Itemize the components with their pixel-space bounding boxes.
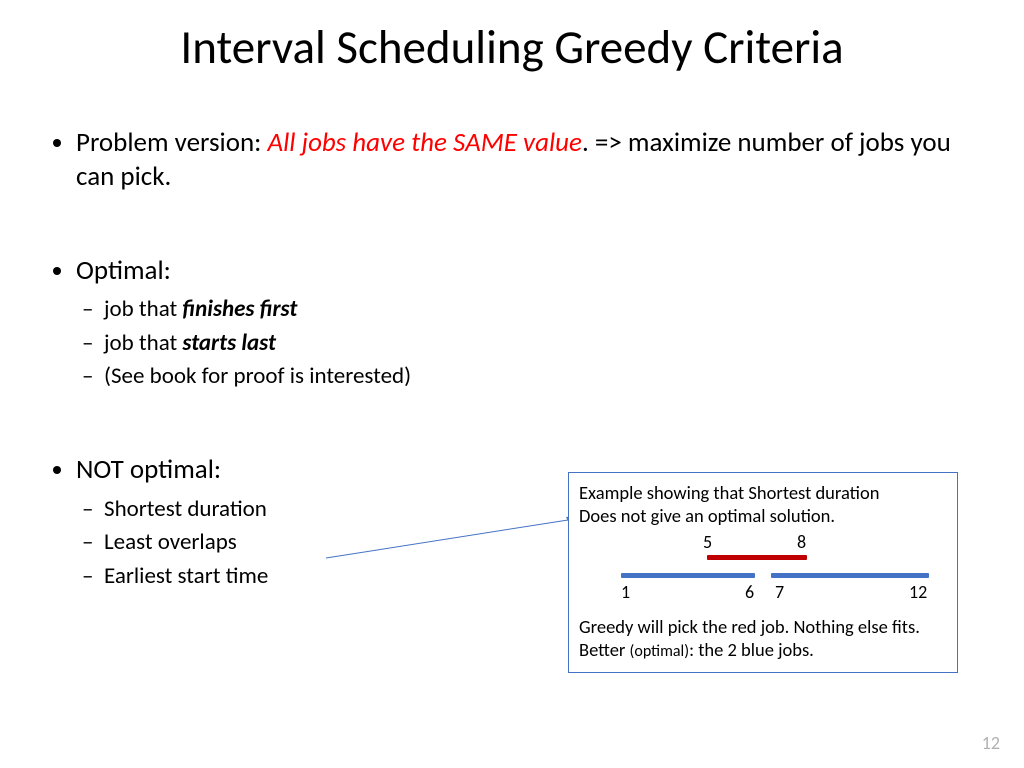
sub-see-book: (See book for proof is interested)	[104, 360, 968, 393]
bar-red	[707, 555, 807, 560]
slide-title: Interval Scheduling Greedy Criteria	[0, 18, 1024, 76]
spacer	[76, 202, 968, 246]
num-8: 8	[797, 531, 806, 554]
example-line2: Does not give an optimal solution.	[579, 504, 947, 527]
slide: Interval Scheduling Greedy Criteria Prob…	[0, 0, 1024, 768]
text: job that	[104, 295, 182, 323]
text-small: (optimal)	[630, 642, 690, 661]
example-footer1: Greedy will pick the red job. Nothing el…	[579, 615, 947, 638]
sublist-optimal: job that finishes first job that starts …	[76, 293, 968, 393]
num-12: 12	[909, 581, 927, 604]
text: Optimal:	[76, 254, 171, 287]
emph-starts-last: starts last	[182, 329, 276, 357]
text: job that	[104, 329, 182, 357]
bar-blue-right	[771, 573, 929, 578]
num-1: 1	[621, 581, 630, 604]
num-5: 5	[703, 531, 712, 554]
sub-starts-last: job that starts last	[104, 327, 968, 360]
num-6: 6	[745, 581, 754, 604]
text: NOT optimal:	[76, 453, 221, 486]
spacer	[76, 401, 968, 445]
num-7: 7	[775, 581, 784, 604]
interval-diagram: 5 8 1 6 7 12	[579, 531, 947, 609]
example-footer2: Better (optimal): the 2 blue jobs.	[579, 638, 947, 662]
sub-finishes-first: job that finishes first	[104, 293, 968, 326]
emph-same-value: All jobs have the SAME value	[267, 126, 581, 159]
text: Problem version:	[76, 126, 267, 159]
bullet-problem-version: Problem version: All jobs have the SAME …	[76, 126, 968, 194]
example-line1: Example showing that Shortest duration	[579, 481, 947, 504]
page-number: 12	[982, 732, 1000, 754]
text: Better	[579, 638, 630, 661]
bar-blue-left	[621, 573, 755, 578]
bullet-optimal: Optimal: job that finishes first job tha…	[76, 254, 968, 394]
example-callout: Example showing that Shortest duration D…	[568, 472, 958, 673]
text: : the 2 blue jobs.	[689, 638, 814, 661]
emph-finishes-first: finishes first	[182, 295, 297, 323]
